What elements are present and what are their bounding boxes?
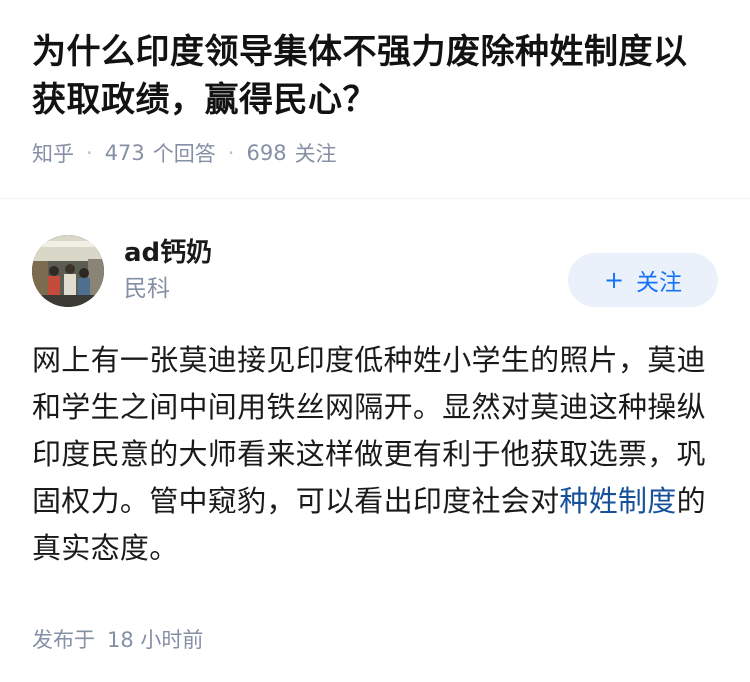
plus-icon: + <box>603 266 625 294</box>
answer-count[interactable]: 473 <box>105 141 145 165</box>
question-header: 为什么印度领导集体不强力废除种姓制度以获取政绩，赢得民心？ 知乎 · 473 个… <box>0 0 750 172</box>
answer-content: 网上有一张莫迪接见印度低种姓小学生的照片，莫迪和学生之间中间用铁丝网隔开。显然对… <box>32 337 718 572</box>
publish-info: 发布于 18 小时前 <box>32 624 718 654</box>
author-row: ad钙奶 民科 + 关注 <box>32 233 718 309</box>
avatar-photo-icon <box>32 235 104 307</box>
question-meta: 知乎 · 473 个回答 · 698 关注 <box>32 138 718 168</box>
follower-count-label[interactable]: 关注 <box>295 138 337 168</box>
answer-count-label[interactable]: 个回答 <box>153 138 216 168</box>
question-title[interactable]: 为什么印度领导集体不强力废除种姓制度以获取政绩，赢得民心？ <box>32 28 718 124</box>
follow-button[interactable]: + 关注 <box>568 253 718 307</box>
avatar[interactable] <box>32 235 104 307</box>
follow-button-label: 关注 <box>636 270 683 296</box>
source-label[interactable]: 知乎 <box>32 138 74 168</box>
published-time: 18 小时前 <box>107 628 204 652</box>
author-name[interactable]: ad钙奶 <box>124 236 568 270</box>
follower-count[interactable]: 698 <box>246 141 286 165</box>
separator-dot: · <box>86 141 93 165</box>
answer-card: ad钙奶 民科 + 关注 网上有一张莫迪接见印度低种姓小学生的照片，莫迪和学生之… <box>0 199 750 654</box>
author-info: ad钙奶 民科 <box>124 236 568 306</box>
published-label: 发布于 <box>32 628 95 652</box>
topic-link[interactable]: 种姓制度 <box>559 484 676 518</box>
separator-dot: · <box>227 141 235 165</box>
author-description: 民科 <box>124 276 170 302</box>
